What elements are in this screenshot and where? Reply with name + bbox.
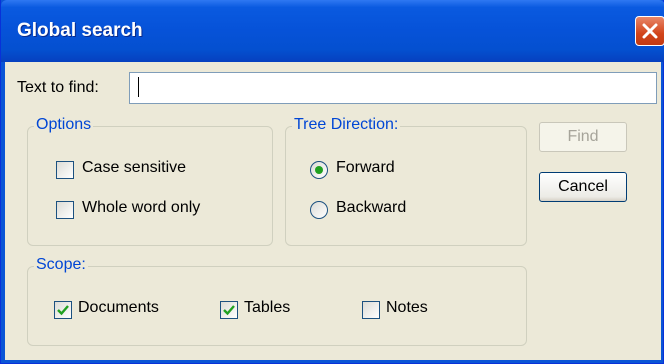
cancel-button[interactable]: Cancel <box>539 172 627 202</box>
tree-direction-group: Tree Direction: Forward Backward <box>285 116 527 246</box>
tables-label[interactable]: Tables <box>244 299 290 317</box>
radio-selected-dot <box>315 166 323 174</box>
documents-checkbox[interactable] <box>54 301 72 319</box>
backward-label[interactable]: Backward <box>336 199 406 217</box>
whole-word-label[interactable]: Whole word only <box>82 199 200 217</box>
forward-radio[interactable] <box>310 161 328 179</box>
text-to-find-input[interactable] <box>129 72 657 104</box>
notes-checkbox[interactable] <box>362 301 380 319</box>
dialog-body: Text to find: Options Case sensitive Who… <box>5 62 661 360</box>
close-button[interactable] <box>635 16 664 46</box>
documents-label[interactable]: Documents <box>78 299 159 317</box>
text-to-find-label: Text to find: <box>17 79 99 96</box>
checkmark-icon <box>223 305 235 316</box>
find-button[interactable]: Find <box>539 122 627 152</box>
close-icon <box>642 23 658 39</box>
whole-word-checkbox[interactable] <box>56 201 74 219</box>
dialog-window: Global search Text to find: Options Case… <box>0 0 664 364</box>
notes-label[interactable]: Notes <box>386 299 428 317</box>
tables-checkbox[interactable] <box>220 301 238 319</box>
options-legend: Options <box>34 116 94 134</box>
options-group: Options Case sensitive Whole word only <box>27 116 273 246</box>
case-sensitive-label[interactable]: Case sensitive <box>82 159 186 177</box>
backward-radio[interactable] <box>310 201 328 219</box>
scope-legend: Scope: <box>34 256 88 274</box>
forward-label[interactable]: Forward <box>336 159 395 177</box>
title-bar[interactable]: Global search <box>1 0 664 62</box>
tree-direction-legend: Tree Direction: <box>292 116 401 134</box>
window-title: Global search <box>17 20 143 41</box>
case-sensitive-checkbox[interactable] <box>56 161 74 179</box>
checkmark-icon <box>57 305 69 316</box>
text-caret <box>138 77 139 97</box>
scope-group: Scope: Documents Tables Notes <box>27 256 527 346</box>
